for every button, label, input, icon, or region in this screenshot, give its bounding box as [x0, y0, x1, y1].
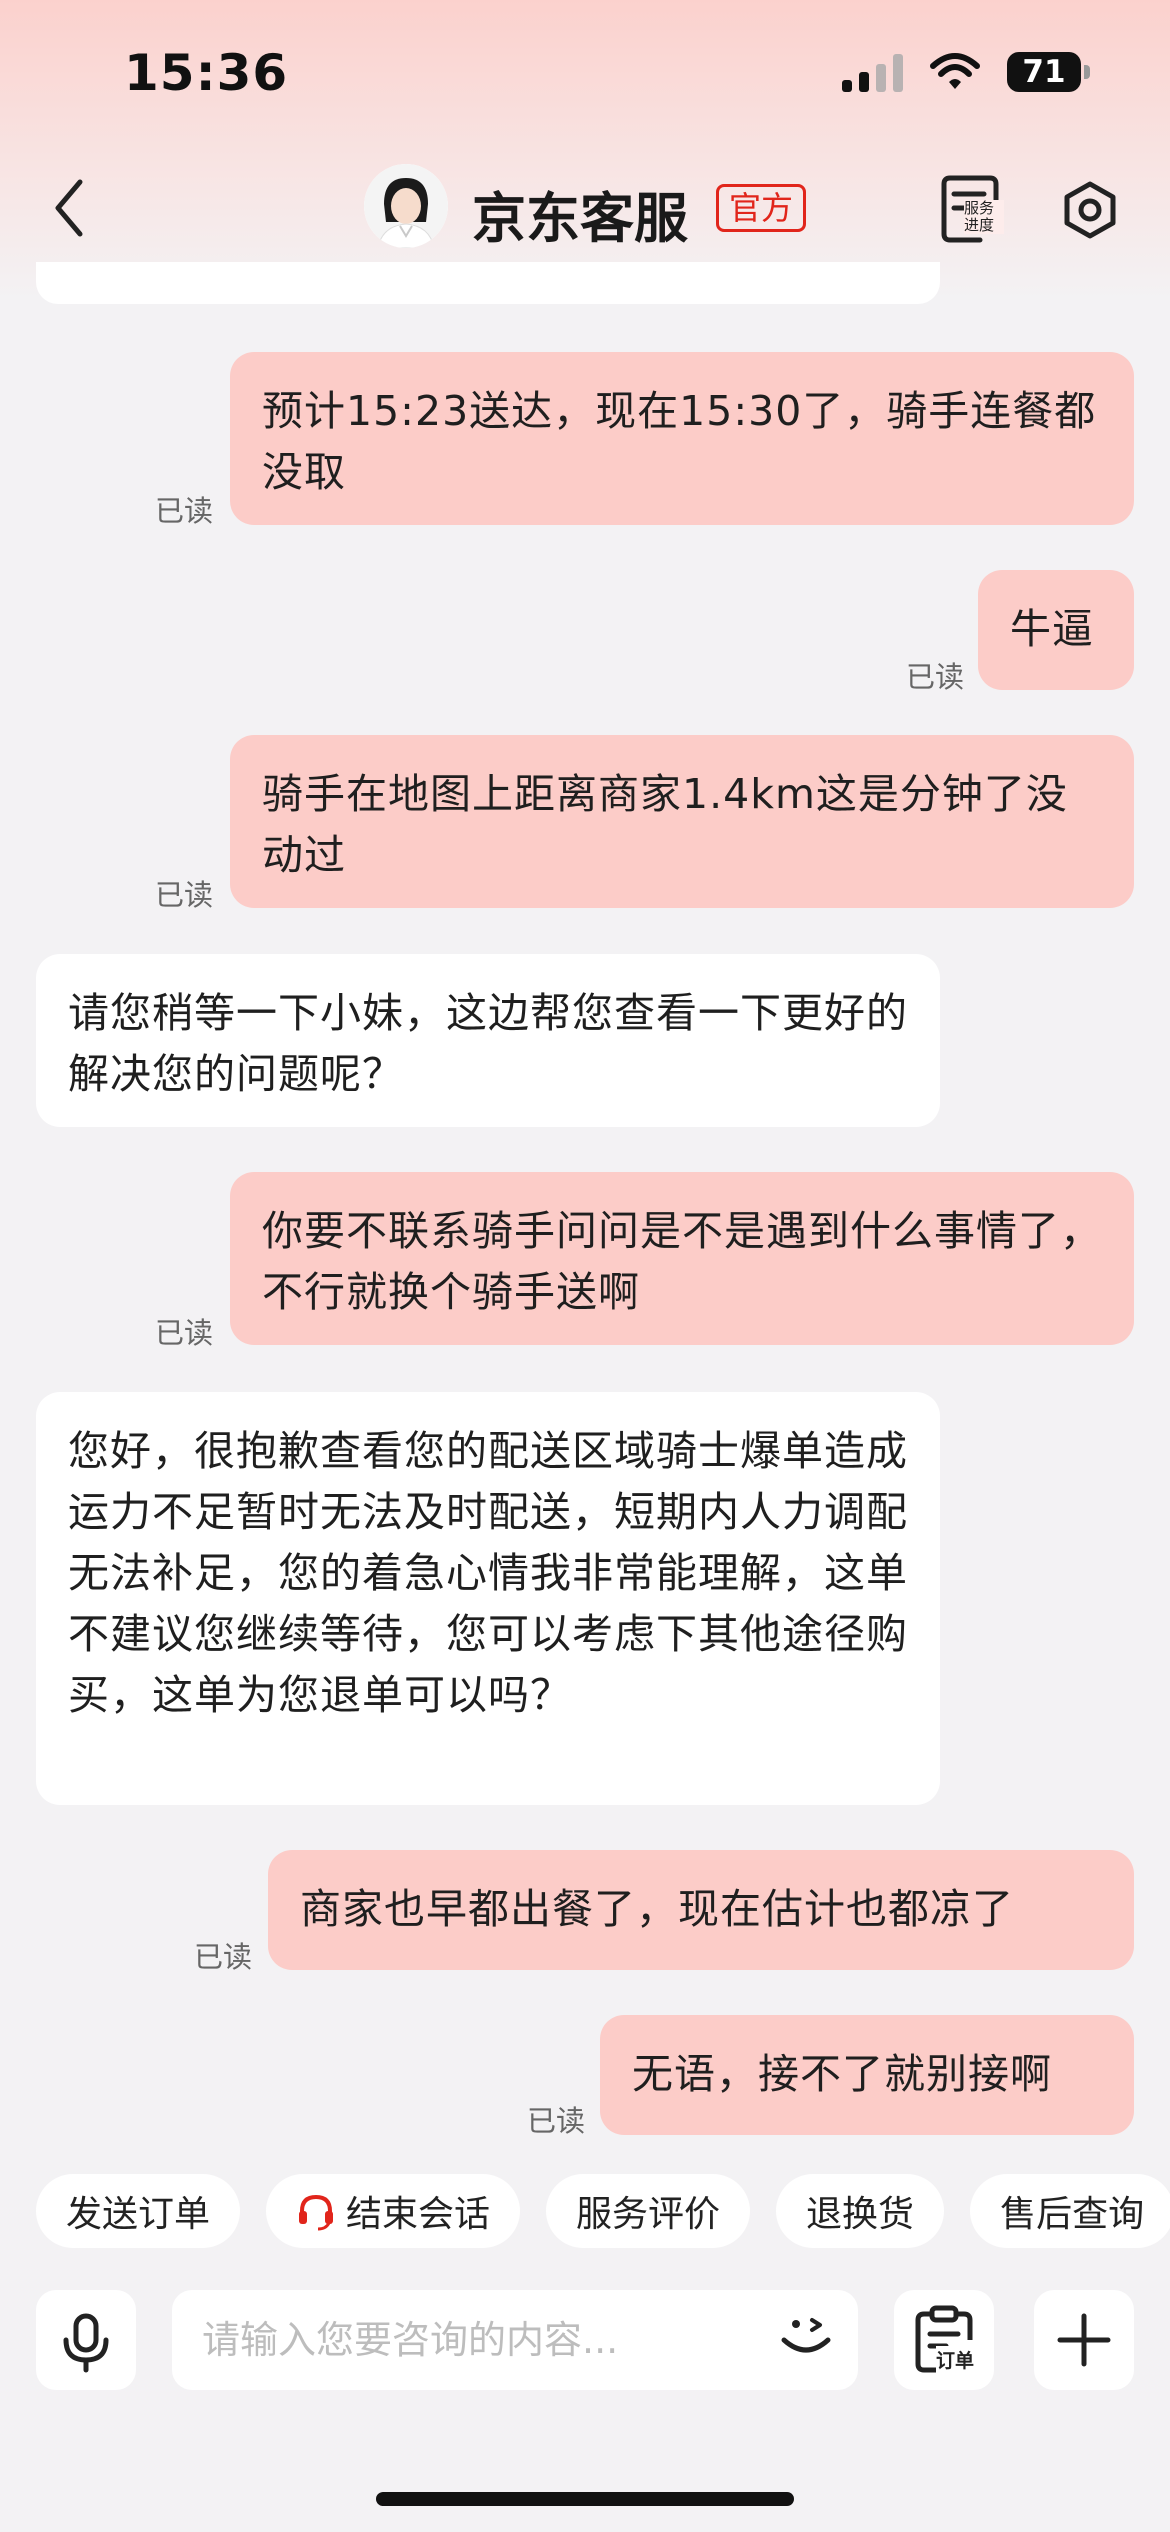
agent-message-bubble-partial: [36, 262, 940, 304]
more-options-button[interactable]: [1034, 2290, 1134, 2390]
back-arrow-icon[interactable]: [48, 176, 92, 240]
chip-label: 退换货: [806, 2194, 915, 2235]
chip-label: 发送订单: [66, 2194, 211, 2235]
emoji-icon[interactable]: [774, 2308, 838, 2372]
status-time: 15:36: [124, 44, 289, 102]
read-status: 已读: [155, 1316, 214, 1350]
clipboard-icon: [915, 2305, 973, 2373]
quick-actions-bar: 发送订单 结束会话 服务评价 退换货 售后查询: [36, 2174, 1170, 2248]
user-message-bubble[interactable]: 牛逼: [978, 570, 1134, 690]
read-status: 已读: [906, 660, 965, 694]
message-input[interactable]: [172, 2290, 858, 2390]
headset-icon: [299, 2194, 334, 2231]
battery-icon: 71: [1007, 52, 1090, 92]
chip-label: 售后查询: [1000, 2194, 1145, 2235]
settings-hexagon-icon[interactable]: [1060, 180, 1120, 240]
user-message-bubble[interactable]: 你要不联系骑手问问是不是遇到什么事情了，不行就换个骑手送啊: [230, 1172, 1134, 1345]
home-indicator: [376, 2492, 794, 2506]
order-button[interactable]: [894, 2290, 994, 2390]
microphone-icon: [63, 2313, 109, 2373]
plus-icon: [1057, 2313, 1111, 2367]
user-message-bubble[interactable]: 无语，接不了就别接啊: [600, 2015, 1134, 2135]
agent-message-bubble[interactable]: 您好，很抱歉查看您的配送区域骑士爆单造成运力不足暂时无法及时配送，短期内人力调配…: [36, 1392, 940, 1805]
order-label: 订单: [936, 2346, 975, 2373]
user-message-bubble[interactable]: 商家也早都出餐了，现在估计也都凉了: [268, 1850, 1134, 1970]
page-title: 京东客服: [472, 187, 688, 250]
service-progress-label: 服务进度: [964, 200, 1004, 234]
cellular-signal-icon: [842, 52, 903, 92]
after-sales-query-chip[interactable]: 售后查询: [970, 2174, 1170, 2248]
service-rating-chip[interactable]: 服务评价: [546, 2174, 751, 2248]
user-message-bubble[interactable]: 预计15:23送达，现在15:30了，骑手连餐都没取: [230, 352, 1134, 525]
battery-level: 71: [1007, 52, 1081, 92]
end-session-chip[interactable]: 结束会话: [266, 2174, 521, 2248]
send-order-chip[interactable]: 发送订单: [36, 2174, 241, 2248]
wifi-icon: [930, 53, 980, 89]
read-status: 已读: [155, 494, 214, 528]
official-badge: 官方: [716, 184, 807, 232]
chip-label: 服务评价: [576, 2194, 721, 2235]
user-message-bubble[interactable]: 骑手在地图上距离商家1.4km这是分钟了没动过: [230, 735, 1134, 908]
voice-input-button[interactable]: [36, 2290, 136, 2390]
read-status: 已读: [194, 1940, 253, 1974]
return-exchange-chip[interactable]: 退换货: [776, 2174, 945, 2248]
read-status: 已读: [155, 878, 214, 912]
read-status: 已读: [527, 2104, 586, 2138]
agent-message-bubble[interactable]: 请您稍等一下小妹，这边帮您查看一下更好的解决您的问题呢？: [36, 954, 940, 1127]
chip-label: 结束会话: [346, 2194, 491, 2235]
agent-avatar[interactable]: [364, 164, 448, 248]
status-icons: 71: [842, 52, 1090, 92]
